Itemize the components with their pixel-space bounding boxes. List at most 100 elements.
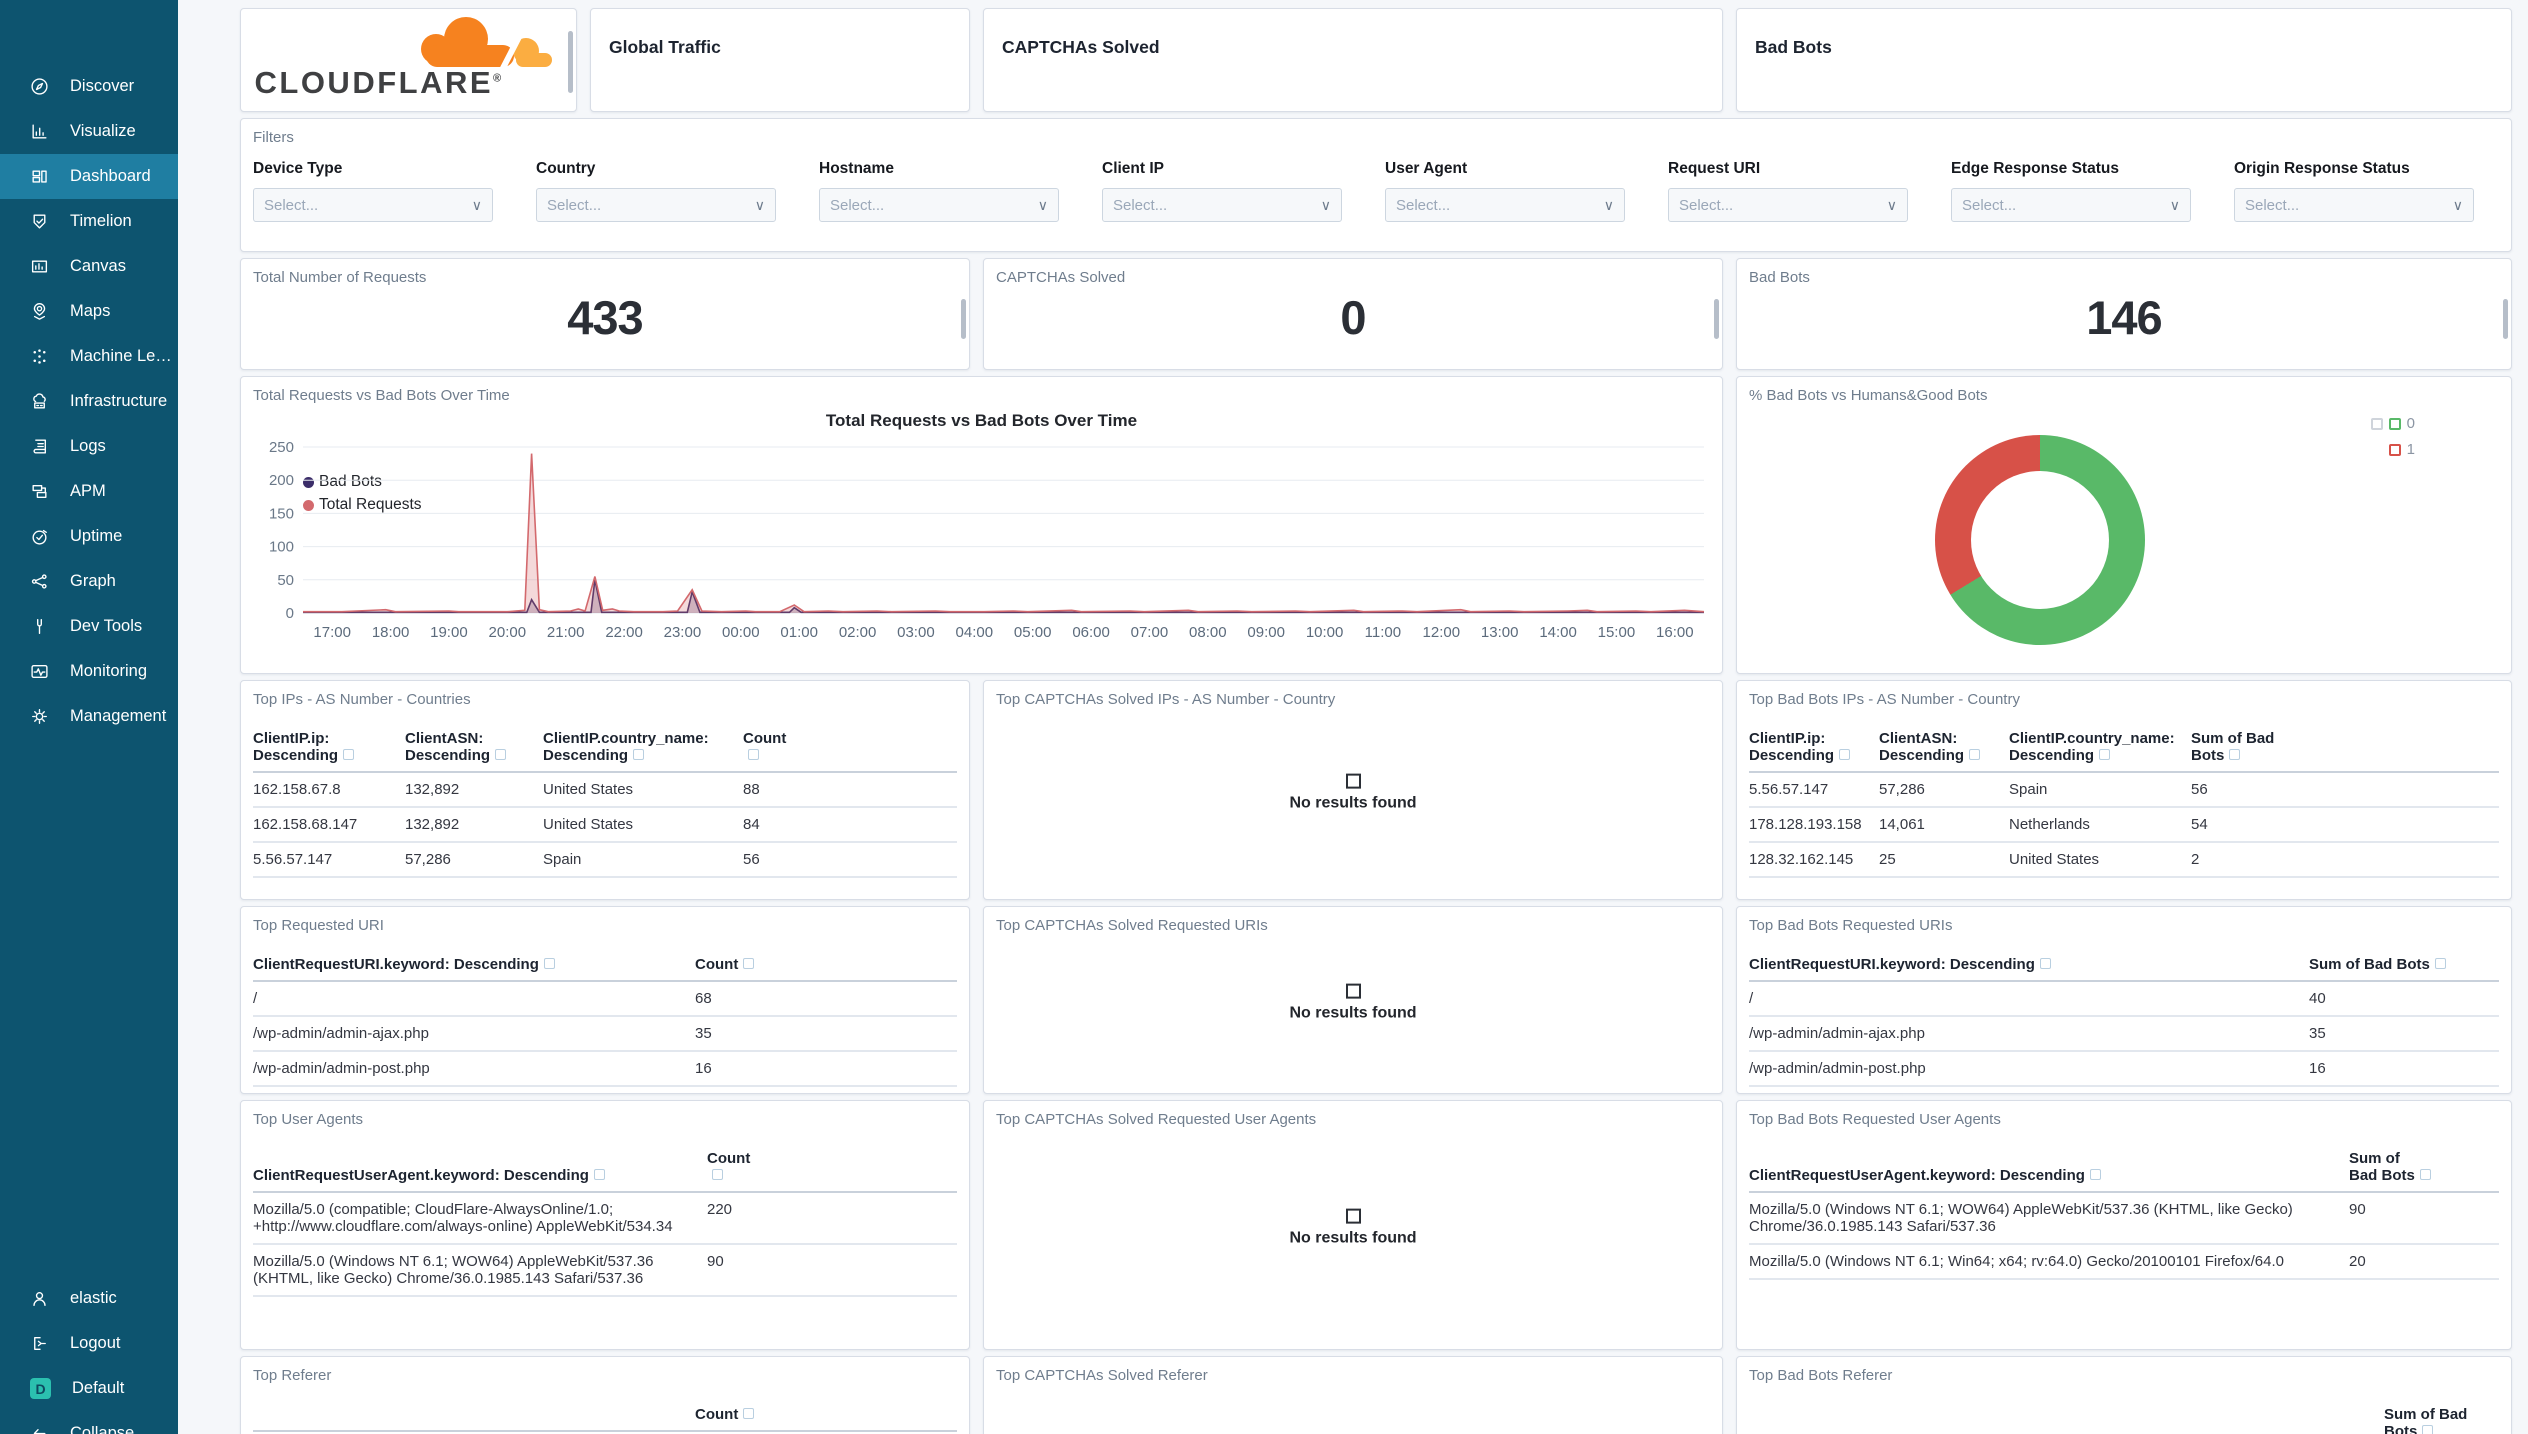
sidebar-item-logs[interactable]: Logs: [0, 424, 178, 469]
table-cell[interactable]: 57,286: [405, 851, 533, 868]
table-cell[interactable]: 5.56.57.147: [1749, 781, 1869, 798]
column-header[interactable]: [1749, 1423, 2374, 1434]
table-cell[interactable]: 56: [2191, 781, 2499, 798]
table-cell[interactable]: Spain: [543, 851, 733, 868]
table-cell[interactable]: 57,286: [1879, 781, 1999, 798]
filter-origin-response-status-select[interactable]: Select... ∨: [2234, 188, 2474, 222]
table-cell[interactable]: 84: [743, 816, 957, 833]
header-filter-icon[interactable]: [2434, 958, 2446, 969]
column-header[interactable]: ClientIP.ip: Descending: [253, 730, 395, 764]
filter-user-agent-select[interactable]: Select... ∨: [1385, 188, 1625, 222]
sidebar-item-dashboard[interactable]: Dashboard: [0, 154, 178, 199]
header-filter-icon[interactable]: [543, 958, 555, 969]
table-cell[interactable]: 2: [2191, 851, 2499, 868]
header-filter-icon[interactable]: [2422, 1425, 2434, 1434]
filter-country-select[interactable]: Select... ∨: [536, 188, 776, 222]
column-header[interactable]: ClientRequestUserAgent.keyword: Descendi…: [1749, 1167, 2339, 1184]
header-filter-icon[interactable]: [1969, 749, 1981, 760]
column-header[interactable]: Count: [695, 1406, 957, 1423]
table-cell[interactable]: 90: [707, 1253, 957, 1270]
header-filter-icon[interactable]: [2419, 1169, 2431, 1180]
donut-legend-item-1[interactable]: 1: [2388, 441, 2415, 458]
table-cell[interactable]: Mozilla/5.0 (Windows NT 6.1; Win64; x64;…: [1749, 1253, 2339, 1270]
sidebar-item-apm[interactable]: APM: [0, 469, 178, 514]
header-filter-icon[interactable]: [2099, 749, 2111, 760]
table-cell[interactable]: Mozilla/5.0 (compatible; CloudFlare-Alwa…: [253, 1201, 697, 1235]
table-cell[interactable]: 16: [695, 1060, 957, 1077]
header-filter-icon[interactable]: [1839, 749, 1851, 760]
header-filter-icon[interactable]: [2039, 958, 2051, 969]
sidebar-item-logout[interactable]: Logout: [0, 1321, 178, 1366]
header-filter-icon[interactable]: [748, 749, 759, 760]
column-header[interactable]: ClientRequestURI.keyword: Descending: [1749, 956, 2299, 973]
table-cell[interactable]: 25: [1879, 851, 1999, 868]
sidebar-item-visualize[interactable]: Visualize: [0, 109, 178, 154]
column-header[interactable]: ClientRequestURI.keyword: Descending: [253, 956, 685, 973]
donut-chart[interactable]: [1935, 435, 2145, 645]
table-cell[interactable]: /: [1749, 990, 2299, 1007]
column-header[interactable]: Sum of Bad Bots: [2384, 1406, 2499, 1434]
filter-request-uri-select[interactable]: Select... ∨: [1668, 188, 1908, 222]
column-header[interactable]: Count: [695, 956, 957, 973]
column-header[interactable]: ClientIP.ip: Descending: [1749, 730, 1869, 764]
filter-edge-response-status-select[interactable]: Select... ∨: [1951, 188, 2191, 222]
sidebar-item-uptime[interactable]: Uptime: [0, 514, 178, 559]
column-header[interactable]: Count: [707, 1150, 957, 1184]
header-filter-icon[interactable]: [2229, 749, 2241, 760]
table-cell[interactable]: 56: [743, 851, 957, 868]
header-filter-icon[interactable]: [633, 749, 645, 760]
header-filter-icon[interactable]: [593, 1169, 605, 1180]
table-cell[interactable]: 35: [2309, 1025, 2499, 1042]
sidebar-item-graph[interactable]: Graph: [0, 559, 178, 604]
table-cell[interactable]: Spain: [2009, 781, 2181, 798]
scrollbar[interactable]: [961, 299, 966, 339]
column-header[interactable]: Count: [743, 730, 957, 764]
filter-hostname-select[interactable]: Select... ∨: [819, 188, 1059, 222]
scrollbar[interactable]: [2503, 299, 2508, 339]
column-header[interactable]: ClientIP.country_name: Descending: [543, 730, 733, 764]
table-cell[interactable]: /wp-admin/admin-post.php: [1749, 1060, 2299, 1077]
table-cell[interactable]: /wp-admin/admin-ajax.php: [1749, 1025, 2299, 1042]
table-cell[interactable]: 128.32.162.145: [1749, 851, 1869, 868]
table-cell[interactable]: /wp-admin/admin-ajax.php: [253, 1025, 685, 1042]
table-cell[interactable]: 132,892: [405, 816, 533, 833]
table-cell[interactable]: 40: [2309, 990, 2499, 1007]
scrollbar[interactable]: [568, 31, 573, 93]
table-cell[interactable]: 54: [2191, 816, 2499, 833]
sidebar-item-management[interactable]: Management: [0, 694, 178, 739]
table-cell[interactable]: United States: [2009, 851, 2181, 868]
sidebar-item-infrastructure[interactable]: Infrastructure: [0, 379, 178, 424]
sidebar-item-discover[interactable]: Discover: [0, 64, 178, 109]
header-filter-icon[interactable]: [343, 749, 355, 760]
table-cell[interactable]: 35: [695, 1025, 957, 1042]
sidebar-item-collapse[interactable]: Collapse: [0, 1411, 178, 1434]
sidebar-item-maps[interactable]: Maps: [0, 289, 178, 334]
sidebar-item-dev-tools[interactable]: Dev Tools: [0, 604, 178, 649]
header-filter-icon[interactable]: [743, 1408, 755, 1419]
table-cell[interactable]: 178.128.193.158: [1749, 816, 1869, 833]
donut-legend-item-0[interactable]: 0: [2370, 415, 2415, 432]
table-cell[interactable]: 5.56.57.147: [253, 851, 395, 868]
table-cell[interactable]: 162.158.68.147: [253, 816, 395, 833]
sidebar-item-monitoring[interactable]: Monitoring: [0, 649, 178, 694]
header-filter-icon[interactable]: [495, 749, 507, 760]
header-filter-icon[interactable]: [743, 958, 755, 969]
column-header[interactable]: ClientASN: Descending: [405, 730, 533, 764]
table-cell[interactable]: 16: [2309, 1060, 2499, 1077]
table-cell[interactable]: /wp-admin/admin-post.php: [253, 1060, 685, 1077]
table-cell[interactable]: 162.158.67.8: [253, 781, 395, 798]
table-cell[interactable]: 20: [2349, 1253, 2499, 1270]
column-header[interactable]: ClientRequestUserAgent.keyword: Descendi…: [253, 1167, 697, 1184]
table-cell[interactable]: United States: [543, 816, 733, 833]
sidebar-item-canvas[interactable]: Canvas: [0, 244, 178, 289]
sidebar-item-timelion[interactable]: Timelion: [0, 199, 178, 244]
column-header[interactable]: ClientASN: Descending: [1879, 730, 1999, 764]
header-filter-icon[interactable]: [2089, 1169, 2101, 1180]
table-cell[interactable]: 88: [743, 781, 957, 798]
sidebar-item-default[interactable]: D Default: [0, 1366, 178, 1411]
line-chart-plot[interactable]: 0 50 100 150 200 250 17:00 18:00 19:00 20:00 21:00…: [255, 439, 1710, 649]
column-header[interactable]: [253, 1406, 685, 1423]
header-filter-icon[interactable]: [712, 1169, 723, 1180]
table-cell[interactable]: 14,061: [1879, 816, 1999, 833]
column-header[interactable]: Sum of Bad Bots: [2349, 1150, 2499, 1184]
